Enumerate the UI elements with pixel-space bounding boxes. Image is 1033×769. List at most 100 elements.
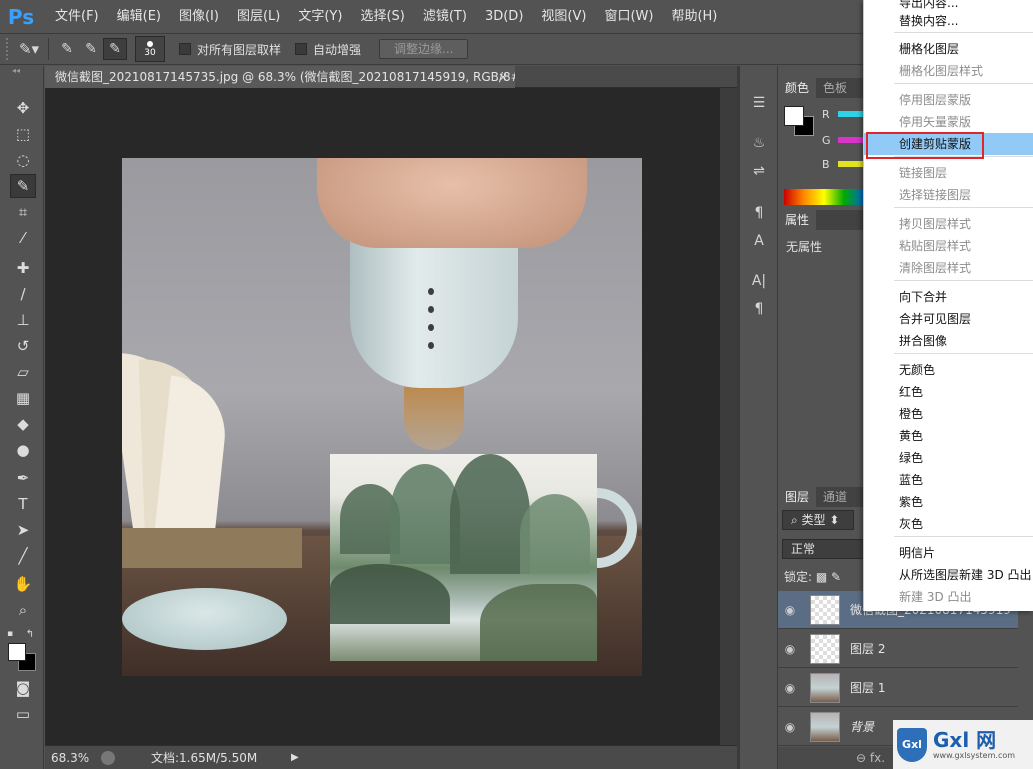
- eraser-tool-icon[interactable]: ▱: [10, 360, 36, 384]
- link-layers-icon[interactable]: ⊖: [856, 751, 870, 765]
- context-menu-item[interactable]: 从所选图层新建 3D 凸出: [864, 564, 1033, 586]
- layer-style-button[interactable]: fx.: [870, 751, 885, 765]
- layer-thumbnail[interactable]: [810, 672, 840, 703]
- menu-help[interactable]: 帮助(H): [662, 0, 726, 33]
- clone-stamp-icon[interactable]: ⊥: [10, 308, 36, 332]
- brush-panel-icon[interactable]: ♨: [748, 132, 770, 154]
- menu-image[interactable]: 图像(I): [170, 0, 228, 33]
- context-menu-item[interactable]: 向下合并: [864, 286, 1033, 308]
- lock-transparency-icon[interactable]: ▩: [816, 570, 831, 584]
- status-menu-arrow-icon[interactable]: ▶: [291, 752, 299, 763]
- sample-all-layers-checkbox[interactable]: 对所有图层取样: [179, 41, 281, 58]
- context-menu-item[interactable]: 黄色: [864, 425, 1033, 447]
- brush-tool-icon[interactable]: ∕: [10, 282, 36, 306]
- context-menu-item[interactable]: 明信片: [864, 542, 1033, 564]
- options-grip[interactable]: [6, 38, 10, 60]
- blend-mode-select[interactable]: 正常: [782, 539, 872, 559]
- eye-icon[interactable]: ◉: [778, 603, 802, 617]
- context-menu-item[interactable]: 栅格化图层: [864, 38, 1033, 60]
- line-tool-icon[interactable]: ╱: [10, 544, 36, 568]
- checkbox-box[interactable]: [179, 43, 191, 55]
- menu-edit[interactable]: 编辑(E): [108, 0, 170, 33]
- menu-window[interactable]: 窗口(W): [595, 0, 662, 33]
- character-panel-icon[interactable]: A|: [748, 270, 770, 292]
- menu-layer[interactable]: 图层(L): [228, 0, 289, 33]
- healing-brush-icon[interactable]: ✚: [10, 256, 36, 280]
- canvas-area[interactable]: [45, 88, 720, 745]
- menu-type[interactable]: 文字(Y): [289, 0, 351, 33]
- context-menu-item[interactable]: 无颜色: [864, 359, 1033, 381]
- marquee-tool-icon[interactable]: ⬚: [10, 122, 36, 146]
- dodge-tool-icon[interactable]: ●: [10, 438, 36, 462]
- context-menu-item[interactable]: 红色: [864, 381, 1033, 403]
- document-image[interactable]: [122, 158, 642, 676]
- layer-thumbnail[interactable]: [810, 711, 840, 742]
- zoom-level[interactable]: 68.3%: [45, 751, 97, 765]
- context-menu-item[interactable]: 绿色: [864, 447, 1033, 469]
- menu-view[interactable]: 视图(V): [532, 0, 595, 33]
- context-menu-item[interactable]: 替换内容...: [864, 10, 1033, 32]
- quick-mask-icon[interactable]: ◙: [10, 676, 36, 700]
- paragraph-panel-icon[interactable]: ¶: [748, 298, 770, 320]
- quick-selection-preset-icon[interactable]: ✎▾: [16, 38, 42, 60]
- context-menu-item[interactable]: 合并可见图层: [864, 308, 1033, 330]
- lock-pixels-icon[interactable]: ✎: [831, 570, 841, 584]
- subtract-from-selection-icon[interactable]: ✎: [103, 38, 127, 60]
- color-spectrum[interactable]: [784, 189, 864, 205]
- crop-tool-icon[interactable]: ⌗: [10, 200, 36, 224]
- context-menu-item[interactable]: 灰色: [864, 513, 1033, 535]
- quick-selection-tool-icon[interactable]: ✎: [10, 174, 36, 198]
- gradient-tool-icon[interactable]: ▦: [10, 386, 36, 410]
- context-menu-item[interactable]: 拼合图像: [864, 330, 1033, 352]
- auto-enhance-checkbox[interactable]: 自动增强: [295, 41, 361, 58]
- pen-tool-icon[interactable]: ✒: [10, 466, 36, 490]
- character-style-icon[interactable]: A: [748, 230, 770, 252]
- menu-filter[interactable]: 滤镜(T): [414, 0, 476, 33]
- tools-collapse-icon[interactable]: ◂◂: [0, 66, 43, 78]
- menu-select[interactable]: 选择(S): [351, 0, 413, 33]
- tab-layers[interactable]: 图层: [778, 487, 817, 507]
- move-tool-icon[interactable]: ✥: [10, 96, 36, 120]
- eye-icon[interactable]: ◉: [778, 681, 802, 695]
- checkbox-box[interactable]: [295, 43, 308, 55]
- foreground-color-swatch[interactable]: [8, 643, 26, 661]
- refine-edge-button[interactable]: 调整边缘...: [379, 39, 469, 59]
- screen-mode-icon[interactable]: ▭: [10, 702, 36, 726]
- lasso-tool-icon[interactable]: ◌: [10, 148, 36, 172]
- paragraph-style-icon[interactable]: ¶: [748, 202, 770, 224]
- layer-name[interactable]: 背景: [850, 718, 874, 735]
- layer-name[interactable]: 图层 1: [850, 679, 885, 696]
- menu-3d[interactable]: 3D(D): [476, 0, 532, 33]
- tab-color[interactable]: 颜色: [778, 78, 817, 98]
- landscape-painting-layer[interactable]: [330, 454, 597, 661]
- panel-foreground-swatch[interactable]: [784, 106, 804, 126]
- history-panel-icon[interactable]: ☰: [748, 92, 770, 114]
- brush-size-picker[interactable]: 30: [135, 36, 165, 62]
- layer-name[interactable]: 图层 2: [850, 640, 885, 657]
- brush-presets-icon[interactable]: ⇌: [748, 160, 770, 182]
- path-selection-icon[interactable]: ➤: [10, 518, 36, 542]
- context-menu-item[interactable]: 蓝色: [864, 469, 1033, 491]
- zoom-tool-icon[interactable]: ⌕: [10, 598, 36, 622]
- layer-row[interactable]: ◉ 图层 1: [778, 669, 1018, 707]
- status-info-icon[interactable]: [101, 750, 115, 765]
- context-menu-item[interactable]: 紫色: [864, 491, 1033, 513]
- eye-icon[interactable]: ◉: [778, 720, 802, 734]
- tab-channels[interactable]: 通道: [816, 487, 854, 507]
- menu-file[interactable]: 文件(F): [46, 0, 108, 33]
- hand-tool-icon[interactable]: ✋: [10, 572, 36, 596]
- eye-icon[interactable]: ◉: [778, 642, 802, 656]
- history-brush-icon[interactable]: ↺: [10, 334, 36, 358]
- add-to-selection-icon[interactable]: ✎: [79, 38, 103, 60]
- layer-thumbnail[interactable]: [810, 633, 840, 664]
- layer-thumbnail[interactable]: [810, 594, 840, 625]
- blur-tool-icon[interactable]: ◆: [10, 412, 36, 436]
- new-selection-icon[interactable]: ✎: [55, 38, 79, 60]
- type-tool-icon[interactable]: T: [10, 492, 36, 516]
- close-tab-icon[interactable]: ×: [498, 66, 508, 88]
- context-menu-item[interactable]: 橙色: [864, 403, 1033, 425]
- eyedropper-tool-icon[interactable]: ⁄: [10, 226, 36, 250]
- vertical-scrollbar[interactable]: [720, 88, 737, 745]
- layer-filter-select[interactable]: ⌕ 类型 ⬍: [782, 510, 854, 530]
- tab-properties[interactable]: 属性: [778, 210, 817, 230]
